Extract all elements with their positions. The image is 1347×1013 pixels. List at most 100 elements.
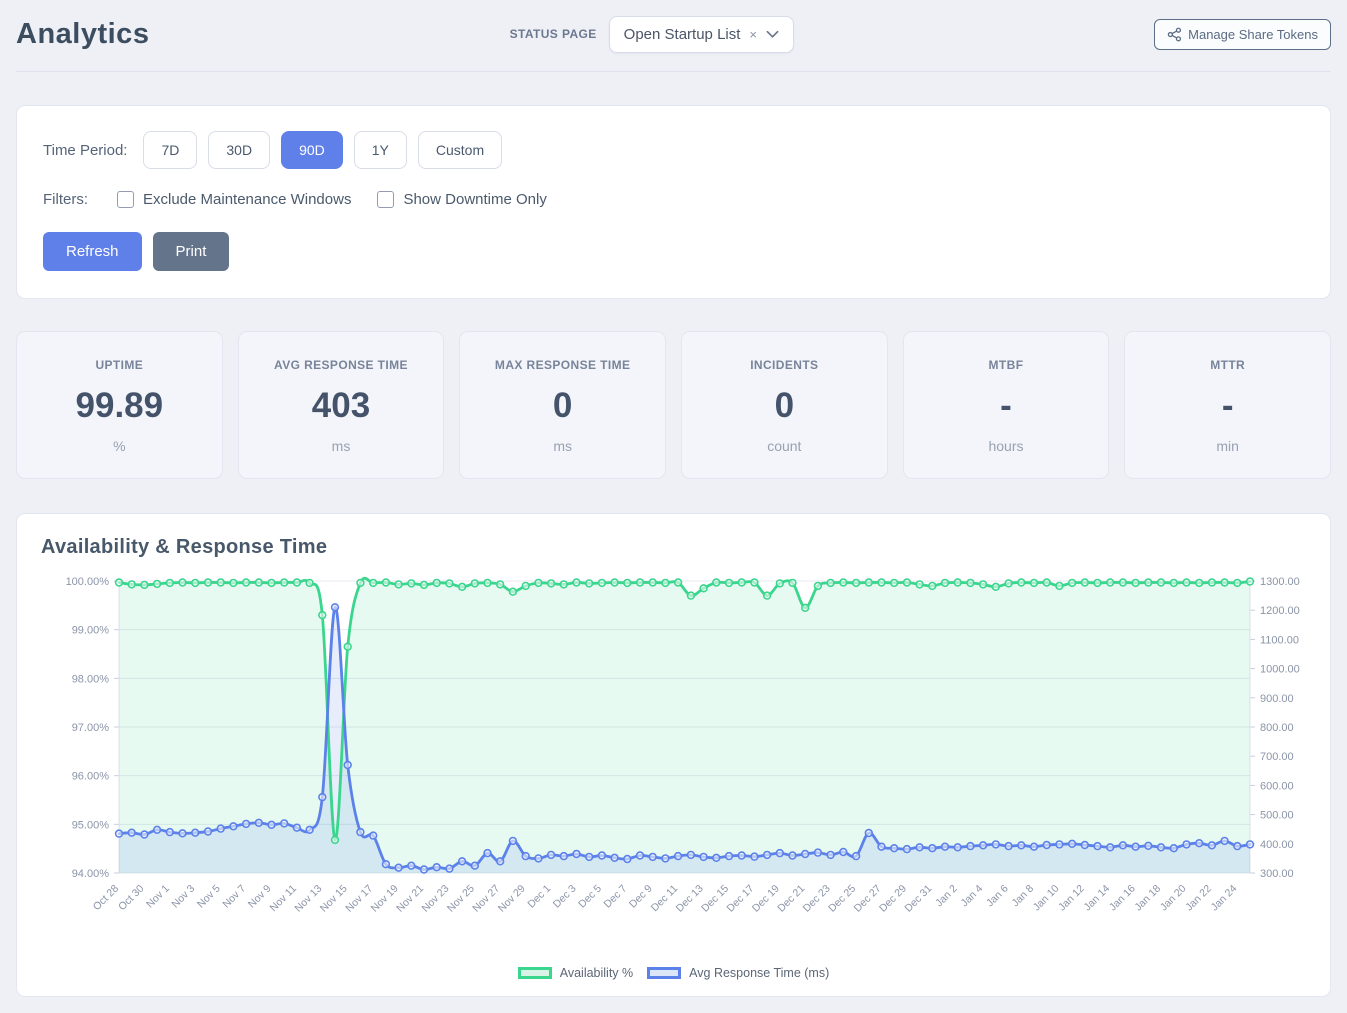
stat-label: MTBF <box>912 358 1101 372</box>
svg-text:Nov 13: Nov 13 <box>292 883 324 915</box>
stat-card-incidents: INCIDENTS0count <box>681 331 888 479</box>
filter-item[interactable]: Exclude Maintenance Windows <box>117 191 351 208</box>
svg-text:500.00: 500.00 <box>1260 810 1294 822</box>
clear-selection-icon[interactable]: × <box>749 28 757 41</box>
manage-share-tokens-button[interactable]: Manage Share Tokens <box>1154 19 1331 50</box>
filter-item[interactable]: Show Downtime Only <box>377 191 546 208</box>
svg-text:800.00: 800.00 <box>1260 722 1294 734</box>
refresh-button[interactable]: Refresh <box>43 232 142 271</box>
legend-swatch-icon <box>518 967 552 979</box>
header-divider <box>16 71 1331 72</box>
svg-text:Jan 22: Jan 22 <box>1183 883 1214 914</box>
svg-text:Dec 13: Dec 13 <box>674 883 706 915</box>
stat-unit: count <box>690 438 879 454</box>
status-page-select[interactable]: Open Startup List × <box>609 16 794 53</box>
chart-panel: Availability & Response Time 100.00% 99.0… <box>16 513 1331 997</box>
legend-swatch-icon <box>647 967 681 979</box>
svg-text:Nov 23: Nov 23 <box>420 883 452 915</box>
svg-text:Nov 27: Nov 27 <box>470 883 502 915</box>
stat-value: 0 <box>690 386 879 426</box>
svg-text:Nov 7: Nov 7 <box>220 883 248 911</box>
stat-card-mttr: MTTR - min <box>1124 331 1331 479</box>
svg-text:1200.00: 1200.00 <box>1260 605 1300 617</box>
svg-text:96.00%: 96.00% <box>72 771 110 783</box>
stat-unit: min <box>1133 438 1322 454</box>
svg-text:Jan 18: Jan 18 <box>1132 883 1163 914</box>
svg-text:100.00%: 100.00% <box>66 576 110 588</box>
chevron-down-icon <box>766 30 779 39</box>
legend-item[interactable]: Avg Response Time (ms) <box>647 966 829 980</box>
svg-text:Oct 28: Oct 28 <box>91 883 121 913</box>
svg-text:Dec 23: Dec 23 <box>801 883 833 915</box>
svg-text:99.00%: 99.00% <box>72 625 110 637</box>
stat-value: 99.89 <box>25 386 214 426</box>
checkbox-unchecked-icon[interactable] <box>377 191 394 208</box>
legend-item[interactable]: Availability % <box>518 966 633 980</box>
svg-text:Dec 27: Dec 27 <box>852 883 884 915</box>
stat-card-mtbf: MTBF-hours <box>903 331 1110 479</box>
svg-text:Jan 4: Jan 4 <box>959 883 986 910</box>
availability-response-chart[interactable]: 100.00%99.00%98.00%97.00%96.00%95.00%94.… <box>41 569 1308 961</box>
chart-legend: Availability % Avg Response Time (ms) <box>41 966 1306 980</box>
stat-card-uptime: UPTIME99.89% <box>16 331 223 479</box>
analytics-page: Analytics STATUS PAGE Open Startup List … <box>0 0 1347 1013</box>
svg-text:94.00%: 94.00% <box>72 868 110 880</box>
stat-unit: ms <box>247 438 436 454</box>
svg-text:Nov 1: Nov 1 <box>144 883 172 911</box>
svg-text:600.00: 600.00 <box>1260 780 1294 792</box>
time-period-buttons: 7D 30D 90D 1Y Custom <box>143 131 502 169</box>
svg-text:Dec 21: Dec 21 <box>775 883 807 915</box>
time-period-button-7d[interactable]: 7D <box>143 131 197 169</box>
svg-text:Nov 17: Nov 17 <box>343 883 375 915</box>
print-button[interactable]: Print <box>153 232 230 271</box>
time-period-button-custom[interactable]: Custom <box>418 131 502 169</box>
legend-label: Availability % <box>560 966 633 980</box>
svg-text:Nov 21: Nov 21 <box>394 883 426 915</box>
svg-text:Dec 5: Dec 5 <box>576 883 604 911</box>
status-page-selected-value: Open Startup List <box>624 26 741 43</box>
stat-label: AVG RESPONSE TIME <box>247 358 436 372</box>
svg-text:1300.00: 1300.00 <box>1260 576 1300 588</box>
stat-value: - <box>1133 386 1322 426</box>
svg-text:700.00: 700.00 <box>1260 751 1294 763</box>
stat-unit: ms <box>468 438 657 454</box>
stats-row: UPTIME99.89% AVG RESPONSE TIME 403 ms MAX RE… <box>16 331 1331 479</box>
svg-text:Dec 25: Dec 25 <box>826 883 858 915</box>
stat-value: - <box>912 386 1101 426</box>
time-period-row: Time Period: 7D30D90D1YCustom <box>43 131 1304 169</box>
filter-items: Exclude Maintenance Windows Show Downtime… <box>117 191 547 208</box>
svg-text:Jan 14: Jan 14 <box>1082 883 1113 914</box>
svg-text:Dec 19: Dec 19 <box>750 883 782 915</box>
svg-text:Dec 31: Dec 31 <box>902 883 934 915</box>
status-page-picker: STATUS PAGE Open Startup List × <box>510 16 794 53</box>
time-period-button-30d[interactable]: 30D <box>208 131 270 169</box>
header: Analytics STATUS PAGE Open Startup List … <box>16 10 1331 58</box>
stat-card-avg-response-time: AVG RESPONSE TIME 403 ms <box>238 331 445 479</box>
svg-text:Nov 29: Nov 29 <box>496 883 528 915</box>
svg-text:Nov 25: Nov 25 <box>445 883 477 915</box>
svg-text:Nov 19: Nov 19 <box>369 883 401 915</box>
svg-text:Dec 1: Dec 1 <box>525 883 553 911</box>
svg-text:1100.00: 1100.00 <box>1260 634 1299 646</box>
time-period-button-1y[interactable]: 1Y <box>354 131 407 169</box>
stat-value: 0 <box>468 386 657 426</box>
svg-text:1000.00: 1000.00 <box>1260 664 1300 676</box>
chart-title: Availability & Response Time <box>41 536 1306 559</box>
svg-text:Jan 20: Jan 20 <box>1158 883 1189 914</box>
svg-text:Dec 17: Dec 17 <box>725 883 757 915</box>
chart-area: 100.00%99.00%98.00%97.00%96.00%95.00%94.… <box>41 569 1306 966</box>
time-period-button-90d[interactable]: 90D <box>281 131 343 169</box>
svg-text:Dec 29: Dec 29 <box>877 883 909 915</box>
checkbox-unchecked-icon[interactable] <box>117 191 134 208</box>
svg-text:400.00: 400.00 <box>1260 839 1294 851</box>
stat-label: MTTR <box>1133 358 1322 372</box>
manage-share-tokens-label: Manage Share Tokens <box>1188 27 1318 42</box>
svg-text:Jan 24: Jan 24 <box>1209 883 1240 914</box>
svg-text:Oct 30: Oct 30 <box>116 883 146 913</box>
svg-text:Dec 7: Dec 7 <box>602 883 630 911</box>
controls-panel: Time Period: 7D30D90D1YCustom Filters: E… <box>16 105 1331 299</box>
svg-text:Jan 12: Jan 12 <box>1056 883 1087 914</box>
stat-value: 403 <box>247 386 436 426</box>
svg-text:Jan 16: Jan 16 <box>1107 883 1138 914</box>
stat-label: MAX RESPONSE TIME <box>468 358 657 372</box>
